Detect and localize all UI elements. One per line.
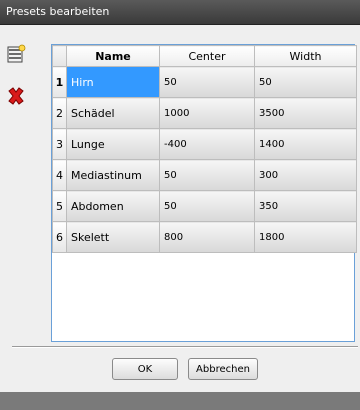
cell-width[interactable]: 350 (254, 190, 357, 222)
cell-width[interactable]: 3500 (254, 97, 357, 129)
cell-name[interactable]: Abdomen (66, 190, 160, 222)
cell-name[interactable]: Hirn (66, 66, 160, 98)
column-header-name[interactable]: Name (66, 45, 160, 67)
row-number[interactable]: 6 (52, 221, 67, 253)
cell-center[interactable]: 50 (159, 190, 255, 222)
cell-center[interactable]: 1000 (159, 97, 255, 129)
cell-center[interactable]: -400 (159, 128, 255, 160)
cell-width[interactable]: 1800 (254, 221, 357, 253)
row-number[interactable]: 1 (52, 66, 67, 98)
table-row[interactable]: 4 Mediastinum 50 300 (52, 159, 357, 191)
row-number[interactable]: 5 (52, 190, 67, 222)
cell-name[interactable]: Mediastinum (66, 159, 160, 191)
row-number[interactable]: 2 (52, 97, 67, 129)
cell-name[interactable]: Skelett (66, 221, 160, 253)
divider (12, 346, 358, 348)
cell-width[interactable]: 300 (254, 159, 357, 191)
table-row[interactable]: 5 Abdomen 50 350 (52, 190, 357, 222)
cell-name[interactable]: Lunge (66, 128, 160, 160)
presets-table: Name Center Width 1 Hirn 50 50 2 Schädel… (52, 45, 357, 253)
delete-x-icon[interactable] (6, 86, 26, 106)
title-bar: Presets bearbeiten (0, 0, 360, 25)
cancel-button[interactable]: Abbrechen (188, 358, 258, 380)
window-bottom-edge (0, 392, 360, 410)
row-number[interactable]: 3 (52, 128, 67, 160)
cell-center[interactable]: 800 (159, 221, 255, 253)
cell-center[interactable]: 50 (159, 159, 255, 191)
column-header-center[interactable]: Center (159, 45, 255, 67)
add-row-icon[interactable] (6, 44, 26, 64)
ok-button[interactable]: OK (112, 358, 178, 380)
table-row[interactable]: 6 Skelett 800 1800 (52, 221, 357, 253)
cell-width[interactable]: 1400 (254, 128, 357, 160)
column-header-width[interactable]: Width (254, 45, 357, 67)
row-number[interactable]: 4 (52, 159, 67, 191)
cell-name[interactable]: Schädel (66, 97, 160, 129)
window-title: Presets bearbeiten (6, 5, 110, 18)
header-row: Name Center Width (52, 45, 357, 67)
table-row[interactable]: 1 Hirn 50 50 (52, 66, 357, 98)
presets-grid[interactable]: Name Center Width 1 Hirn 50 50 2 Schädel… (51, 44, 357, 342)
table-row[interactable]: 3 Lunge -400 1400 (52, 128, 357, 160)
table-row[interactable]: 2 Schädel 1000 3500 (52, 97, 357, 129)
cell-width[interactable]: 50 (254, 66, 357, 98)
corner-header (52, 45, 67, 67)
cell-center[interactable]: 50 (159, 66, 255, 98)
